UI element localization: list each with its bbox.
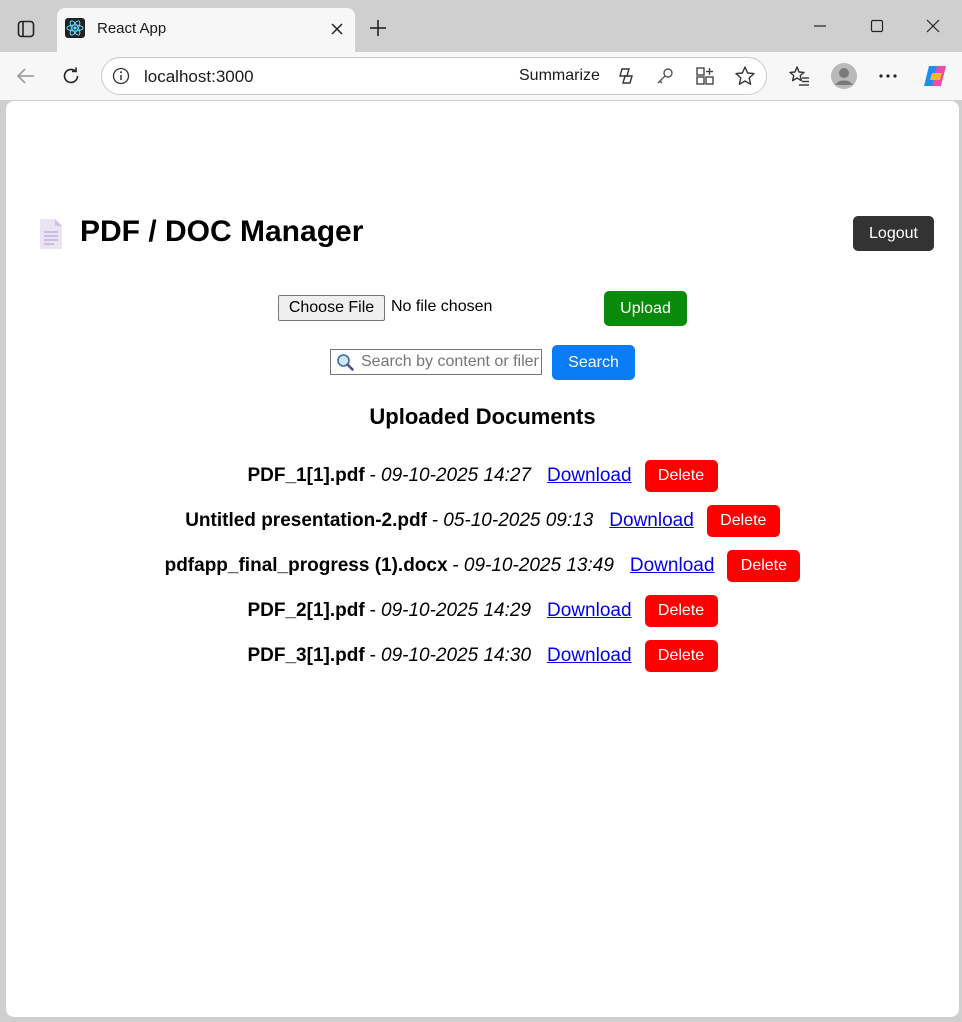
password-button[interactable] (654, 65, 676, 87)
address-url[interactable]: localhost:3000 (144, 67, 254, 87)
download-link[interactable]: Download (547, 645, 632, 667)
list-item: pdfapp_final_progress (1).docx - 09-10-2… (6, 543, 959, 588)
delete-button[interactable]: Delete (644, 594, 718, 627)
separator: - (431, 509, 439, 531)
separator: - (452, 554, 459, 576)
tab-close-button[interactable] (325, 17, 349, 41)
tab-actions-button[interactable] (8, 13, 44, 45)
copilot-summarize-button[interactable] (615, 65, 637, 87)
react-icon (65, 18, 85, 38)
tab-actions-icon (17, 20, 35, 38)
maximize-button[interactable] (857, 10, 897, 42)
star-icon (735, 66, 755, 85)
profile-icon (831, 63, 857, 89)
back-arrow-icon (16, 68, 34, 84)
close-icon (926, 19, 940, 33)
separator: - (369, 464, 376, 486)
profile-button[interactable] (828, 60, 860, 92)
browser-titlebar: React App (0, 0, 962, 52)
document-date: 05-10-2025 09:13 (443, 509, 594, 531)
info-icon[interactable] (112, 67, 130, 85)
file-status-text: No file chosen (391, 298, 493, 315)
document-date: 09-10-2025 14:27 (381, 464, 532, 486)
separator: - (369, 644, 376, 666)
list-item: PDF_3[1].pdf - 09-10-2025 14:30 Download… (6, 633, 959, 678)
list-item: PDF_2[1].pdf - 09-10-2025 14:29 Download… (6, 588, 959, 633)
document-icon (40, 219, 62, 249)
reload-button[interactable] (55, 60, 87, 92)
copilot-button[interactable] (919, 60, 951, 92)
favorites-icon (789, 66, 809, 86)
new-tab-button[interactable] (362, 12, 394, 44)
delete-button[interactable]: Delete (644, 639, 718, 672)
delete-button[interactable]: Delete (727, 549, 801, 582)
browser-toolbar: localhost:3000 Summarize (0, 52, 962, 100)
key-icon (657, 68, 673, 84)
document-name: pdfapp_final_progress (1).docx (164, 554, 448, 576)
search-button[interactable]: Search (552, 345, 635, 380)
favorite-button[interactable] (734, 65, 756, 87)
delete-button[interactable]: Delete (644, 459, 718, 492)
list-item: Untitled presentation-2.pdf - 05-10-2025… (6, 498, 959, 543)
documents-list: PDF_1[1].pdf - 09-10-2025 14:27 Download… (6, 453, 959, 678)
page-viewport: PDF / DOC Manager Logout Choose File No … (6, 101, 959, 1017)
document-name: PDF_3[1].pdf (247, 644, 365, 666)
download-link[interactable]: Download (547, 465, 632, 487)
download-link[interactable]: Download (547, 600, 632, 622)
page-title: PDF / DOC Manager (80, 215, 364, 248)
document-date: 09-10-2025 14:30 (381, 644, 532, 666)
favorites-button[interactable] (783, 60, 815, 92)
list-item: PDF_1[1].pdf - 09-10-2025 14:27 Download… (6, 453, 959, 498)
magnifier-icon (337, 354, 354, 371)
document-name: PDF_2[1].pdf (247, 599, 365, 621)
minimize-button[interactable] (800, 10, 840, 42)
document-date: 09-10-2025 14:29 (381, 599, 532, 621)
summarize-label[interactable]: Summarize (519, 67, 600, 85)
tab-title: React App (97, 20, 167, 37)
delete-button[interactable]: Delete (706, 504, 780, 537)
copilot-icon (924, 66, 946, 86)
download-link[interactable]: Download (609, 510, 694, 532)
document-date: 09-10-2025 13:49 (463, 554, 614, 576)
search-field[interactable] (330, 349, 542, 375)
download-link[interactable]: Download (630, 555, 715, 577)
minimize-icon (814, 25, 826, 27)
logout-button[interactable]: Logout (853, 216, 934, 251)
document-name: PDF_1[1].pdf (247, 464, 365, 486)
more-menu-button[interactable] (872, 60, 904, 92)
search-input[interactable] (361, 350, 539, 374)
add-app-button[interactable] (694, 65, 716, 87)
reload-icon (63, 67, 79, 84)
choose-file-button[interactable]: Choose File (278, 295, 385, 321)
upload-button[interactable]: Upload (604, 291, 687, 326)
copilot-summarize-icon (619, 68, 633, 84)
window-close-button[interactable] (913, 10, 953, 42)
close-icon (331, 23, 343, 35)
more-icon (879, 74, 897, 78)
documents-heading: Uploaded Documents (369, 404, 596, 429)
plus-icon (370, 20, 386, 36)
address-bar[interactable]: localhost:3000 Summarize (101, 57, 767, 95)
maximize-icon (870, 19, 884, 33)
document-name: Untitled presentation-2.pdf (185, 509, 427, 531)
back-button[interactable] (10, 60, 42, 92)
browser-tab[interactable]: React App (57, 8, 355, 52)
separator: - (369, 599, 376, 621)
add-to-apps-icon (696, 67, 714, 85)
